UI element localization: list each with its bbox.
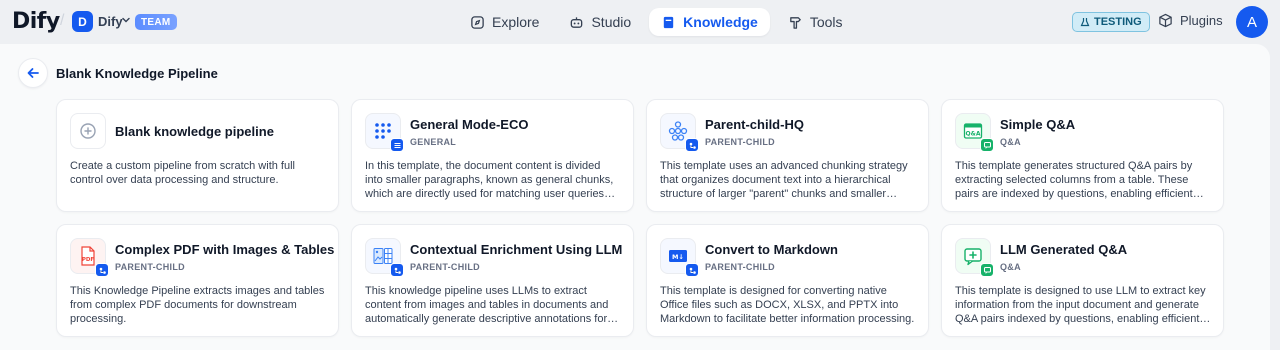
nav-tools[interactable]: Tools [776,8,855,36]
template-card-simple-qa[interactable]: Q&A Simple Q&A Q&A This template generat… [941,99,1224,212]
nav-studio-label: Studio [591,14,632,30]
markdown-icon: M↓ [660,238,699,277]
breadcrumb-separator: / [60,12,65,29]
template-description: In this template, the document content i… [365,160,614,200]
qa-chat-icon [955,238,994,277]
hierarchy-icon [660,113,699,152]
chevron-down-icon[interactable] [121,15,131,25]
beaker-icon [1080,18,1090,27]
general-chunk-icon [390,138,404,152]
template-card-parent-child-hq[interactable]: Parent-child-HQ PARENT-CHILD This templa… [646,99,929,212]
template-grid: Blank knowledge pipeline Create a custom… [56,99,1224,337]
parent-child-icon [95,263,109,277]
book-icon [663,16,674,28]
svg-text:PDF: PDF [82,257,95,263]
template-description: This template uses an advanced chunking … [660,160,908,200]
workspace-avatar[interactable]: D [72,11,93,32]
template-description: This template is designed to use LLM to … [955,285,1206,325]
back-button[interactable] [18,58,48,88]
template-description: This template generates structured Q&A p… [955,160,1193,200]
environment-badge: TESTING [1072,12,1150,32]
nav-studio[interactable]: Studio [557,8,643,36]
nav-explore[interactable]: Explore [458,8,551,36]
template-title: Convert to Markdown [705,242,838,257]
user-avatar[interactable]: A [1236,6,1268,38]
nav-knowledge-label: Knowledge [683,14,758,30]
template-card-convert-markdown[interactable]: M↓ Convert to Markdown PARENT-CHILD This… [646,224,929,337]
template-chunk-type: PARENT-CHILD [705,262,775,272]
hammer-icon [790,16,801,29]
template-card-contextual-enrichment[interactable]: Contextual Enrichment Using LLM PARENT-C… [351,224,634,337]
parent-child-icon [685,263,699,277]
template-title: General Mode-ECO [410,117,529,132]
environment-badge-label: TESTING [1094,16,1142,28]
template-chunk-type: Q&A [1000,137,1021,147]
template-description: This knowledge pipeline uses LLMs to ext… [365,285,609,325]
robot-icon [571,16,583,28]
template-card-llm-generated-qa[interactable]: LLM Generated Q&A Q&A This template is d… [941,224,1224,337]
top-bar: Dify / D Dify TEAM Explore Studio Knowle… [0,0,1280,44]
qa-table-icon: Q&A [955,113,994,152]
template-chunk-type: Q&A [1000,262,1021,272]
qa-chunk-icon [980,138,994,152]
main-nav: Explore Studio Knowledge Tools [458,8,855,36]
plugins-button[interactable]: Plugins [1158,13,1223,28]
template-description: This template is designed for converting… [660,285,915,325]
template-chunk-type: PARENT-CHILD [410,262,480,272]
plugins-label: Plugins [1180,13,1223,28]
template-card-general-mode-eco[interactable]: General Mode-ECO GENERAL In this templat… [351,99,634,212]
svg-text:Q&A: Q&A [966,131,981,138]
template-title: Complex PDF with Images & Tables [115,242,335,257]
template-title: Blank knowledge pipeline [115,124,274,139]
image-table-icon [365,238,404,277]
dots-grid-icon [365,113,404,152]
template-title: LLM Generated Q&A [1000,242,1128,257]
arrow-left-icon [27,68,39,78]
dify-logo[interactable]: Dify [12,9,60,34]
template-chunk-type: PARENT-CHILD [705,137,775,147]
nav-knowledge[interactable]: Knowledge [649,8,770,36]
svg-text:M↓: M↓ [672,253,684,261]
plus-circle-icon [70,113,106,149]
template-description: Create a custom pipeline from scratch wi… [70,160,295,186]
template-card-complex-pdf[interactable]: PDF Complex PDF with Images & Tables PAR… [56,224,339,337]
compass-icon [471,15,484,29]
main-panel: Blank Knowledge Pipeline Blank knowledge… [0,44,1270,350]
nav-tools-label: Tools [809,14,843,30]
template-card-blank[interactable]: Blank knowledge pipeline Create a custom… [56,99,339,212]
template-chunk-type: PARENT-CHILD [115,262,185,272]
template-title: Parent-child-HQ [705,117,804,132]
template-title: Simple Q&A [1000,117,1076,132]
template-description: This Knowledge Pipeline extracts images … [70,285,325,325]
workspace-name[interactable]: Dify [98,14,123,29]
parent-child-icon [685,138,699,152]
template-chunk-type: GENERAL [410,137,457,147]
qa-chunk-icon [980,263,994,277]
team-badge: TEAM [135,14,177,30]
parent-child-icon [390,263,404,277]
page-title: Blank Knowledge Pipeline [56,66,218,81]
cube-icon [1159,13,1172,28]
template-title: Contextual Enrichment Using LLM [410,242,623,257]
pdf-icon: PDF [70,238,109,277]
nav-explore-label: Explore [492,14,540,30]
